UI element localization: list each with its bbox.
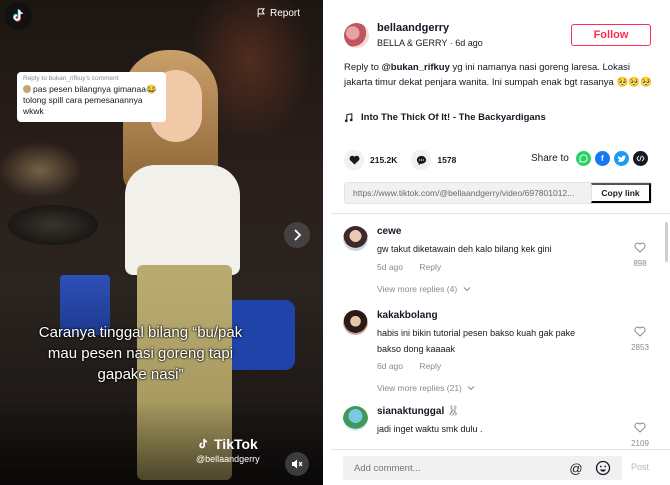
report-label: Report (270, 7, 301, 19)
comment-text-line1: habis ini bikin tutorial pesen bakso kua… (377, 328, 576, 338)
facebook-icon[interactable]: f (594, 151, 610, 166)
comment-count: 1578 (437, 155, 457, 165)
comment-input-wrap: @ (343, 456, 622, 480)
next-video-button[interactable] (284, 222, 310, 248)
whatsapp-icon[interactable] (575, 151, 591, 166)
emoji-icon[interactable] (595, 460, 611, 476)
reply-bubble-text: pas pesen bilangnya gimanaa😂 tolong spil… (23, 84, 157, 116)
comment-like-button[interactable]: 2853 (627, 324, 653, 352)
share-row: Share to f (531, 151, 648, 166)
chevron-right-icon (294, 229, 302, 241)
speaker-muted-icon (292, 459, 303, 469)
view-more-replies[interactable]: View more replies (21) (377, 383, 475, 393)
heart-outline-icon (634, 422, 646, 433)
reply-prefix: Reply to (344, 62, 382, 73)
tiktok-logo-icon[interactable] (4, 2, 32, 30)
comment-meta: 5d ago Reply (377, 262, 441, 272)
embed-icon[interactable] (632, 151, 648, 166)
music-link[interactable]: Into The Thick Of It! - The Backyardigan… (344, 112, 546, 123)
post-description: Reply to @bukan_rifkuy yg ini namanya na… (344, 60, 654, 90)
commenter-avatar[interactable] (343, 310, 368, 335)
comment-meta: 6d ago Reply (377, 361, 441, 371)
reply-avatar (23, 85, 31, 93)
comment-time: 6d ago (377, 361, 403, 371)
comment-like-count: 2853 (631, 343, 649, 352)
reply-bubble-header: Reply to bukan_rifkuy's comment (23, 75, 119, 82)
commenter-username[interactable]: cewe (377, 226, 401, 237)
video-caption: Caranya tinggal bilang “bu/pak mau pesen… (38, 324, 243, 383)
panel-gutter (323, 0, 331, 485)
commenter-username[interactable]: kakakbolang (377, 310, 438, 321)
video-player[interactable]: Report Reply to bukan_rifkuy's comment p… (0, 0, 323, 485)
watermark-brand-row: TikTok (196, 436, 260, 452)
heart-icon (349, 155, 359, 165)
post-comment-button[interactable]: Post (631, 462, 649, 472)
comment-like-count: 2109 (631, 439, 649, 448)
comment-text: habis ini bikin tutorial pesen bakso kua… (377, 325, 575, 357)
music-title: Into The Thick Of It! - The Backyardigan… (361, 112, 546, 123)
reply-button[interactable]: Reply (419, 361, 441, 371)
comment-list[interactable]: cewe gw takut diketawain deh kalo bilang… (331, 214, 661, 449)
twitter-icon[interactable] (613, 151, 629, 166)
heart-outline-icon (634, 326, 646, 337)
mention-link[interactable]: @bukan_rifkuy (382, 62, 450, 73)
watermark-brand: TikTok (214, 436, 258, 452)
comment-time: 5d ago (377, 262, 403, 272)
heart-outline-icon (634, 242, 646, 253)
comment-text: gw takut diketawain deh kalo bilang kek … (377, 244, 552, 254)
comment-button[interactable] (411, 150, 432, 170)
comment-composer: @ Post (331, 449, 670, 485)
comment-input[interactable] (343, 456, 553, 480)
mention-at-icon[interactable]: @ (568, 460, 584, 476)
info-panel: bellaandgerry BELLA & GERRY · 6d ago Fol… (331, 0, 670, 485)
flag-icon (257, 8, 265, 18)
stats-row: 215.2K 1578 (344, 150, 470, 170)
tiktok-note-icon (199, 438, 208, 449)
author-avatar[interactable] (344, 23, 369, 48)
report-button[interactable]: Report (257, 4, 300, 22)
author-meta: BELLA & GERRY · 6d ago (377, 38, 483, 48)
person-shirt (125, 165, 240, 275)
commenter-avatar[interactable] (343, 226, 368, 251)
comment-like-button[interactable]: 898 (627, 240, 653, 268)
wok-stove (8, 205, 98, 245)
chevron-down-icon (463, 287, 470, 292)
copy-link-button[interactable]: Copy link (591, 183, 651, 203)
chevron-down-icon (467, 386, 475, 391)
view-more-replies[interactable]: View more replies (4) (377, 284, 471, 294)
view-more-label: View more replies (4) (377, 284, 458, 294)
commenter-username[interactable]: sianaktunggal 🐰 (377, 406, 459, 417)
comment-text-line2: bakso dong kaaaak (377, 344, 456, 354)
tiktok-video-page: Report Reply to bukan_rifkuy's comment p… (0, 0, 670, 485)
view-more-label: View more replies (21) (377, 383, 462, 393)
reply-bubble-body: pas pesen bilangnya gimanaa😂 tolong spil… (23, 84, 160, 117)
video-gradient (0, 400, 323, 485)
comment-text: jadi inget waktu smk dulu . (377, 424, 483, 434)
tiktok-watermark: TikTok @bellaandgerry (196, 436, 260, 464)
follow-button[interactable]: Follow (571, 24, 651, 46)
author-username[interactable]: bellaandgerry (377, 22, 449, 34)
comment-like-button[interactable]: 2109 (627, 420, 653, 448)
video-link-text[interactable]: https://www.tiktok.com/@bellaandgerry/vi… (345, 188, 591, 198)
video-link-box: https://www.tiktok.com/@bellaandgerry/vi… (344, 182, 652, 204)
music-note-icon (344, 112, 353, 122)
share-label: Share to (531, 153, 569, 164)
comment-like-count: 898 (633, 259, 647, 268)
watermark-user: @bellaandgerry (196, 454, 260, 464)
reply-button[interactable]: Reply (419, 262, 441, 272)
like-button[interactable] (344, 150, 364, 170)
comments-scrollbar[interactable] (665, 222, 668, 262)
like-count: 215.2K (370, 155, 398, 165)
mute-button[interactable] (285, 452, 309, 476)
reply-comment-bubble: Reply to bukan_rifkuy's comment pas pese… (17, 72, 166, 122)
commenter-avatar[interactable] (343, 406, 368, 431)
comment-icon (416, 155, 427, 165)
